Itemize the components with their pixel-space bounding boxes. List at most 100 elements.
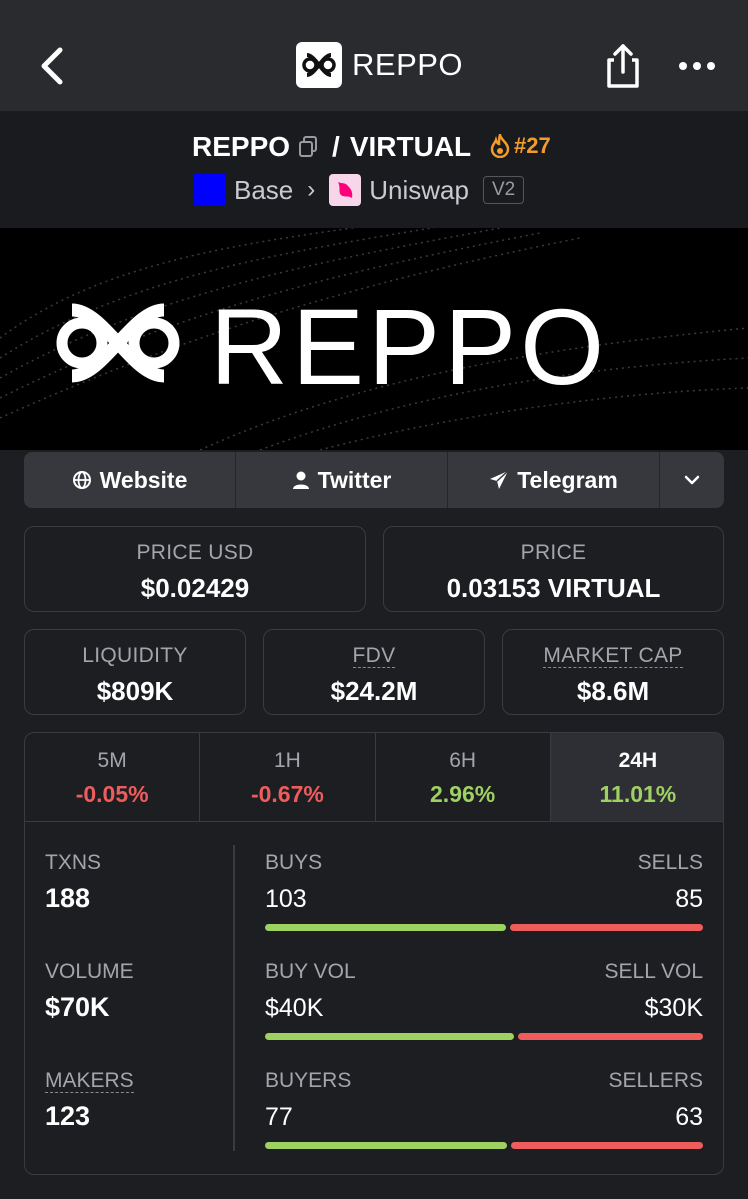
copy-icon[interactable]: [298, 136, 318, 158]
pair-header: [0, 111, 748, 228]
more-links-button[interactable]: [660, 452, 724, 508]
volume-bar: [265, 1033, 703, 1040]
uniswap-icon: [329, 174, 362, 206]
buys-bar: [265, 924, 506, 931]
sellers-bar: [511, 1142, 703, 1149]
chevron-left-icon[interactable]: [34, 44, 70, 88]
txns-metric: TXNS 188: [45, 851, 101, 914]
market-cap-label[interactable]: MARKET CAP: [543, 644, 683, 668]
buy-vol-value: $40K: [265, 994, 324, 1022]
pair-separator: /: [332, 131, 340, 162]
buys-label: BUYS: [265, 851, 323, 874]
sell-vol-bar: [518, 1033, 703, 1040]
fdv-value: $24.2M: [330, 676, 418, 706]
price-usd-value: $0.02429: [140, 573, 250, 603]
tab-change: 2.96%: [430, 781, 496, 807]
tab-24h[interactable]: 24H 11.01%: [550, 733, 723, 821]
chain-dex-line: Base › Uniswap V2: [194, 172, 525, 208]
volume-metric: VOLUME $70K: [45, 960, 134, 1023]
tab-label: 24H: [618, 749, 658, 772]
tab-change: -0.05%: [75, 781, 149, 807]
tab-change: -0.67%: [250, 781, 324, 807]
liquidity-label: LIQUIDITY: [82, 644, 188, 667]
sell-vol-value: $30K: [644, 994, 703, 1022]
send-icon: [490, 470, 509, 489]
price-native-card: PRICE 0.03153 VIRTUAL: [383, 526, 724, 612]
tab-5m[interactable]: 5M -0.05%: [25, 733, 201, 821]
buyers-label: BUYERS: [265, 1069, 352, 1092]
page-title: REPPO: [352, 47, 464, 82]
buys-sells-split: BUYS SELLS 103 85: [265, 851, 703, 931]
fdv-label[interactable]: FDV: [352, 644, 396, 668]
buyers-sellers-split: BUYERS SELLERS 77 63: [265, 1069, 703, 1149]
liquidity-card: LIQUIDITY $809K: [24, 629, 246, 715]
telegram-button[interactable]: Telegram: [448, 452, 660, 508]
column-divider: [233, 845, 235, 1151]
sells-bar: [510, 924, 703, 931]
volume-value: $70K: [45, 992, 110, 1022]
market-cap-card[interactable]: MARKET CAP $8.6M: [502, 629, 724, 715]
makers-value: 123: [45, 1101, 91, 1131]
chain-name[interactable]: Base: [234, 175, 293, 206]
fdv-card[interactable]: FDV $24.2M: [263, 629, 485, 715]
makers-metric[interactable]: MAKERS 123: [45, 1069, 134, 1132]
twitter-button[interactable]: Twitter: [236, 452, 448, 508]
chevron-right-icon: ›: [307, 176, 316, 203]
trending-rank[interactable]: #27: [490, 133, 551, 159]
chevron-down-icon: [684, 475, 700, 485]
market-cap-value: $8.6M: [576, 676, 650, 706]
app-title-group: REPPO: [296, 42, 463, 88]
tab-1h[interactable]: 1H -0.67%: [200, 733, 376, 821]
base-token: REPPO: [192, 131, 291, 162]
sells-value: 85: [675, 885, 703, 913]
dex-name[interactable]: Uniswap: [369, 175, 469, 206]
fire-icon: [490, 134, 510, 158]
share-icon[interactable]: [604, 42, 642, 90]
stats-panel: 5M -0.05% 1H -0.67% 6H 2.96% 24H 11.01% …: [24, 732, 724, 1175]
timeframe-tabs: 5M -0.05% 1H -0.67% 6H 2.96% 24H 11.01%: [25, 733, 723, 822]
txns-label: TXNS: [45, 851, 102, 874]
price-usd-label: PRICE USD: [136, 541, 254, 564]
globe-icon: [72, 471, 91, 489]
quote-token: VIRTUAL: [349, 131, 472, 162]
price-native-value: 0.03153 VIRTUAL: [446, 573, 661, 603]
tab-change: 11.01%: [599, 781, 677, 807]
top-bar: REPPO: [0, 0, 748, 111]
version-badge: V2: [482, 176, 525, 204]
website-label: Website: [99, 466, 188, 493]
tab-label: 6H: [449, 749, 477, 772]
reppo-logo-icon: [296, 42, 342, 88]
buys-value: 103: [265, 885, 307, 913]
twitter-label: Twitter: [317, 466, 392, 493]
volume-label: VOLUME: [45, 960, 134, 983]
txns-value: 188: [45, 883, 91, 913]
tab-6h[interactable]: 6H 2.96%: [376, 733, 551, 821]
banner-wordmark: REPPO: [210, 286, 609, 407]
makers-label[interactable]: MAKERS: [45, 1069, 134, 1093]
buy-vol-bar: [265, 1033, 514, 1040]
more-horizontal-icon[interactable]: [677, 56, 717, 76]
website-button[interactable]: Website: [24, 452, 236, 508]
sellers-label: SELLERS: [608, 1069, 703, 1092]
sells-label: SELLS: [637, 851, 703, 874]
tab-label: 1H: [273, 749, 301, 772]
base-chain-icon: [194, 174, 226, 206]
pair-name: REPPO / VIRTUAL: [192, 131, 471, 163]
buys-sells-bar: [265, 924, 703, 931]
price-usd-card: PRICE USD $0.02429: [24, 526, 366, 612]
price-native-label: PRICE: [520, 541, 587, 564]
buyers-sellers-bar: [265, 1142, 703, 1149]
buyers-bar: [265, 1142, 507, 1149]
sell-vol-label: SELL VOL: [604, 960, 703, 983]
volume-split: BUY VOL SELL VOL $40K $30K: [265, 960, 703, 1040]
token-banner: REPPO: [0, 228, 748, 450]
sellers-value: 63: [675, 1103, 703, 1131]
rank-value: #27: [514, 133, 551, 158]
reppo-banner-logo-icon: [56, 303, 180, 383]
tab-label: 5M: [97, 749, 127, 772]
buyers-value: 77: [265, 1103, 293, 1131]
telegram-label: Telegram: [517, 466, 618, 493]
user-icon: [292, 471, 309, 489]
liquidity-value: $809K: [96, 676, 174, 706]
social-links: Website Twitter Telegram: [24, 452, 724, 508]
